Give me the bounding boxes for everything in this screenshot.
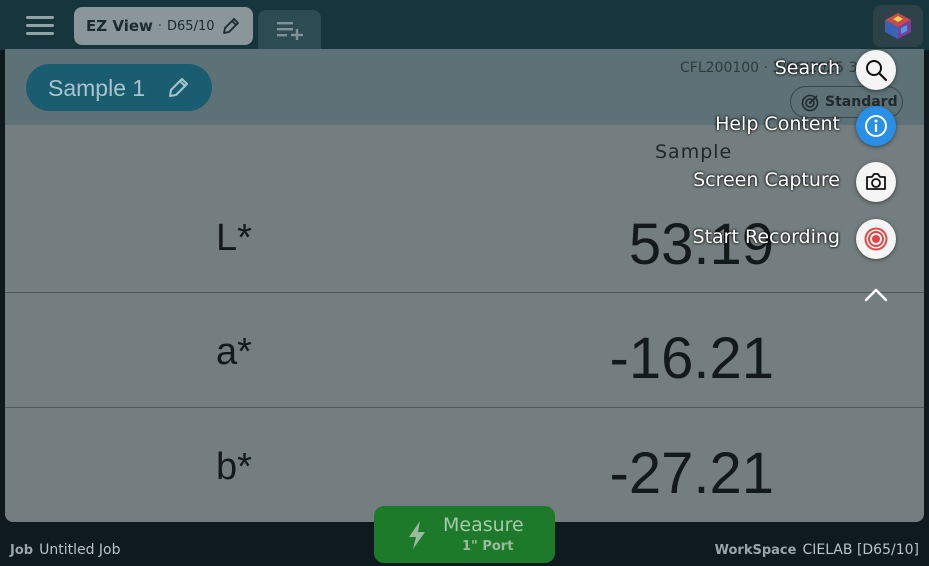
- row-value: -27.21: [609, 441, 774, 506]
- measure-label: Measure: [443, 514, 524, 536]
- tab-ez-view[interactable]: EZ View · D65/10: [74, 7, 253, 45]
- tab-illuminant: D65/10: [167, 18, 215, 34]
- quick-menu-label: Search: [774, 57, 840, 79]
- quick-menu-search[interactable]: Search: [560, 50, 896, 90]
- search-icon[interactable]: [856, 50, 896, 90]
- table-row: b* -27.21: [5, 408, 924, 522]
- row-label: a*: [216, 331, 252, 373]
- workspace-info[interactable]: WorkSpace CIELAB [D65/10]: [715, 542, 919, 558]
- job-info[interactable]: Job Untitled Job: [10, 542, 121, 558]
- app-logo-button[interactable]: [873, 5, 923, 47]
- row-label: b*: [216, 446, 252, 488]
- tab-title: EZ View: [86, 17, 153, 35]
- chevron-up-icon[interactable]: [862, 284, 890, 304]
- top-bar: EZ View · D65/10: [0, 0, 929, 50]
- sample-name: Sample 1: [48, 75, 146, 101]
- lightning-icon: [409, 521, 425, 549]
- quick-menu-help[interactable]: Help Content: [560, 106, 896, 146]
- quick-menu-label: Screen Capture: [693, 169, 840, 191]
- sample-name-button[interactable]: Sample 1: [26, 64, 212, 111]
- quick-menu-screen-capture[interactable]: Screen Capture: [560, 162, 896, 202]
- tab-separator: ·: [157, 18, 163, 34]
- job-label: Job: [10, 543, 34, 558]
- info-icon[interactable]: [856, 106, 896, 146]
- quick-menu-label: Help Content: [715, 113, 840, 135]
- hamburger-icon[interactable]: [26, 15, 56, 37]
- workspace-label: WorkSpace: [714, 543, 797, 558]
- measure-port: 1" Port: [462, 539, 514, 554]
- workspace-value: CIELAB [D65/10]: [802, 542, 919, 558]
- record-icon[interactable]: [856, 219, 896, 259]
- job-value: Untitled Job: [39, 542, 121, 558]
- table-row: a* -16.21: [5, 293, 924, 408]
- quick-menu-label: Start Recording: [692, 226, 840, 248]
- row-value: -16.21: [609, 326, 774, 391]
- camera-icon[interactable]: [856, 162, 896, 202]
- add-tab-button[interactable]: [258, 10, 321, 50]
- quick-menu-start-recording[interactable]: Start Recording: [560, 219, 896, 259]
- row-label: L*: [216, 217, 252, 259]
- pencil-icon[interactable]: [221, 16, 241, 36]
- playlist-add-icon: [277, 22, 303, 40]
- color-cube-logo: [885, 13, 911, 39]
- pencil-icon[interactable]: [166, 76, 190, 100]
- measure-button[interactable]: Measure 1" Port: [374, 506, 555, 563]
